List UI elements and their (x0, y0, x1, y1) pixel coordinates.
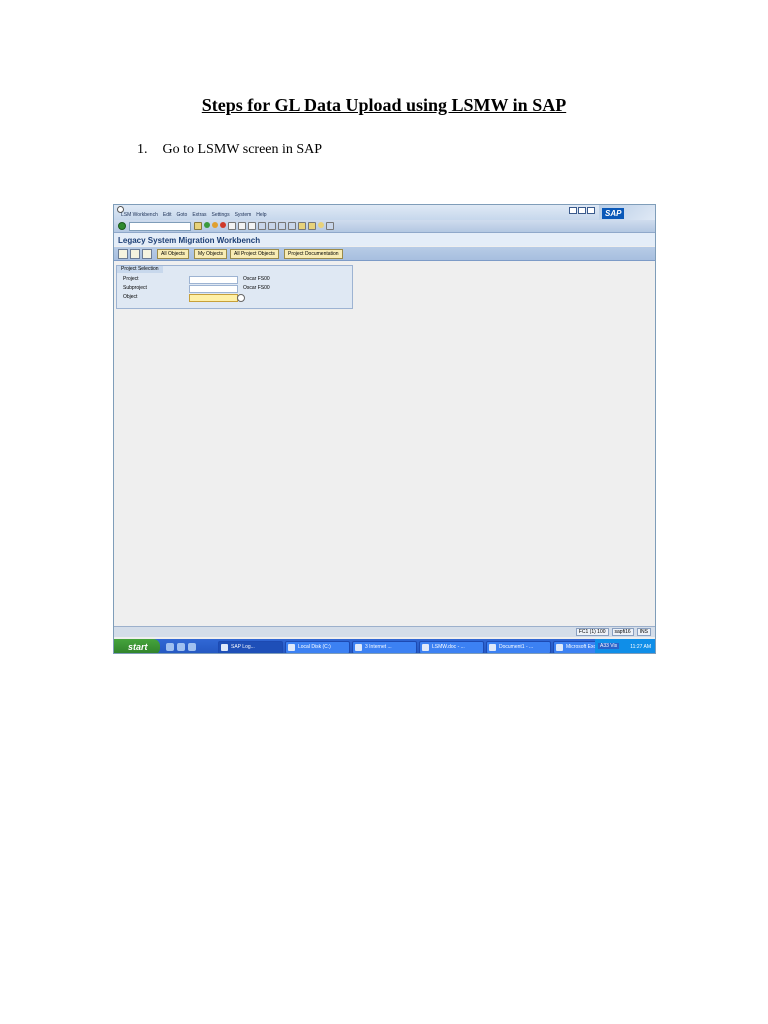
help-icon[interactable] (318, 222, 324, 228)
object-row: Object (121, 294, 349, 302)
window-controls (569, 207, 595, 214)
cancel-icon[interactable] (220, 222, 226, 228)
screen-title-bar: Legacy System Migration Workbench (114, 233, 655, 246)
status-info: FC1 (1) 100 sapfi16 INS (575, 628, 651, 636)
object-label: Object (123, 294, 138, 300)
my-objects-button[interactable]: My Objects (194, 249, 228, 259)
save-icon[interactable] (194, 222, 202, 230)
status-bar: FC1 (1) 100 sapfi16 INS (114, 626, 655, 637)
windows-taskbar: start SAP Log... Local Disk (C:) 3 Inter… (114, 639, 655, 653)
screen-title: Legacy System Migration Workbench (118, 236, 261, 245)
desktop-icon[interactable] (177, 643, 185, 651)
command-field[interactable] (129, 222, 191, 231)
system-info: FC1 (1) 100 (575, 628, 609, 636)
execute-icon[interactable] (118, 249, 128, 259)
task-internet[interactable]: 3 Internet ... (352, 641, 417, 653)
menu-bar: LSM Workbench Edit Goto Extras Settings … (114, 205, 655, 220)
all-objects-button[interactable]: All Objects (157, 249, 189, 259)
close-icon[interactable] (587, 207, 595, 214)
step-1: 1. Go to LSMW screen in SAP (137, 142, 322, 158)
task-lsmw-doc[interactable]: LSMW.doc - ... (419, 641, 484, 653)
quick-launch (166, 643, 196, 651)
enter-icon[interactable] (118, 222, 126, 230)
project-selection-group: Project Selection Project Oscar FS00 Sub… (116, 265, 353, 309)
sap-screenshot: LSM Workbench Edit Goto Extras Settings … (113, 204, 656, 654)
back-icon[interactable] (204, 222, 210, 228)
system-tray: A33 Vis 11:27 AM (595, 639, 655, 653)
application-toolbar: All Objects My Objects All Project Objec… (114, 247, 655, 261)
menu-edit[interactable]: Edit (163, 212, 172, 218)
prev-page-icon[interactable] (268, 222, 276, 230)
find-next-icon[interactable] (248, 222, 256, 230)
server-info: sapfi16 (611, 628, 634, 636)
subproject-label: Subproject (123, 285, 147, 291)
find-icon[interactable] (238, 222, 246, 230)
clock: 11:27 AM (630, 644, 651, 650)
project-documentation-button[interactable]: Project Documentation (284, 249, 343, 259)
menu-help[interactable]: Help (256, 212, 266, 218)
print-icon[interactable] (228, 222, 236, 230)
start-button[interactable]: start (114, 639, 160, 653)
shortcut-icon[interactable] (308, 222, 316, 230)
sap-logo-text: SAP (602, 208, 625, 219)
menu-goto[interactable]: Goto (177, 212, 188, 218)
subproject-row: Subproject Oscar FS00 (121, 285, 349, 293)
project-value: Oscar FS00 (243, 276, 270, 282)
menu-items: LSM Workbench Edit Goto Extras Settings … (121, 212, 267, 218)
task-document1[interactable]: Document1 - ... (486, 641, 551, 653)
task-local-disk[interactable]: Local Disk (C:) (285, 641, 350, 653)
subproject-value: Oscar FS00 (243, 285, 270, 291)
task-list: SAP Log... Local Disk (C:) 3 Internet ..… (218, 641, 618, 653)
toolbar-icons (194, 222, 334, 230)
standard-toolbar (114, 220, 655, 233)
media-icon[interactable] (188, 643, 196, 651)
project-row: Project Oscar FS00 (121, 276, 349, 284)
menu-system[interactable]: System (235, 212, 252, 218)
browser-icon[interactable] (166, 643, 174, 651)
step-text: Go to LSMW screen in SAP (162, 142, 323, 157)
group-title: Project Selection (117, 266, 163, 273)
object-input[interactable] (189, 294, 238, 302)
subproject-input[interactable] (189, 285, 238, 293)
next-page-icon[interactable] (278, 222, 286, 230)
menu-lsm-workbench[interactable]: LSM Workbench (121, 212, 158, 218)
new-session-icon[interactable] (298, 222, 306, 230)
insert-mode: INS (636, 628, 651, 636)
create-icon[interactable] (130, 249, 140, 259)
language-indicator[interactable]: A33 Vis (598, 643, 620, 649)
layout-icon[interactable] (326, 222, 334, 230)
project-input[interactable] (189, 276, 238, 284)
edit-icon[interactable] (142, 249, 152, 259)
first-page-icon[interactable] (258, 222, 266, 230)
task-sap-logon[interactable]: SAP Log... (218, 641, 283, 653)
exit-icon[interactable] (212, 222, 218, 228)
value-help-icon[interactable] (237, 294, 245, 302)
document-title: Steps for GL Data Upload using LSMW in S… (201, 95, 567, 115)
all-project-objects-button[interactable]: All Project Objects (230, 249, 279, 259)
last-page-icon[interactable] (288, 222, 296, 230)
step-number: 1. (137, 142, 148, 157)
menu-settings[interactable]: Settings (212, 212, 230, 218)
maximize-icon[interactable] (578, 207, 586, 214)
project-label: Project (123, 276, 139, 282)
menu-extras[interactable]: Extras (192, 212, 206, 218)
minimize-icon[interactable] (569, 207, 577, 214)
